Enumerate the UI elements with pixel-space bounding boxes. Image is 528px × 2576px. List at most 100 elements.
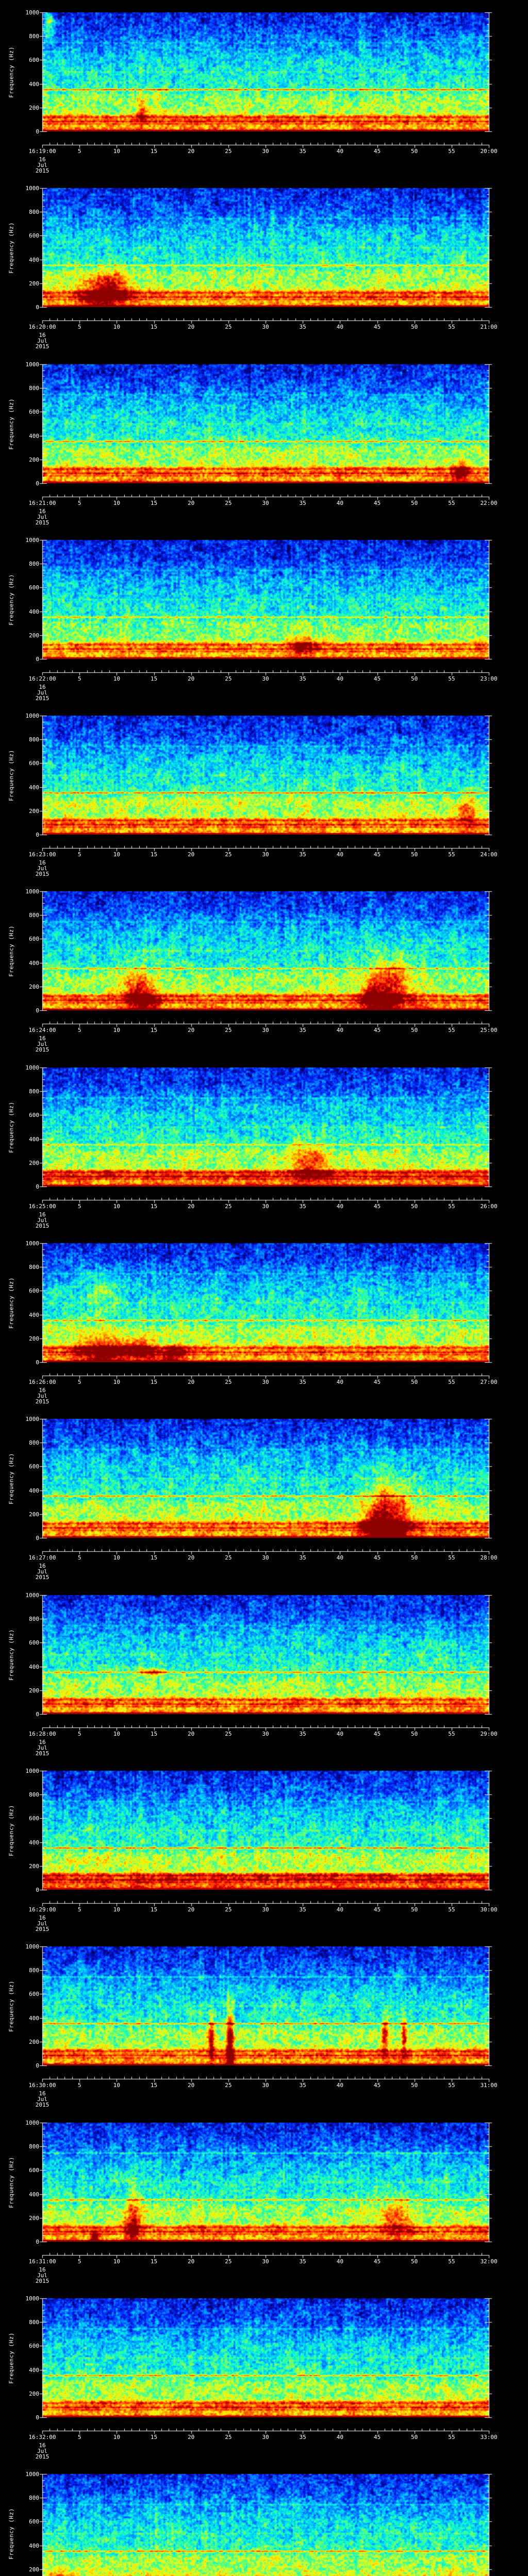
y-tick-label: 1000	[25, 361, 40, 368]
x-tick-label: 25	[225, 324, 232, 330]
y-axis-label: Frequency (Hz)	[8, 2508, 15, 2560]
y-tick-label: 400	[29, 2191, 39, 2198]
x-tick-label: 10	[113, 324, 120, 330]
x-tick-label: 20	[188, 1731, 195, 1737]
y-tick-label: 0	[36, 1183, 39, 1190]
spectrogram-image	[0, 2462, 528, 2576]
x-tick-label: 35	[299, 1906, 306, 1913]
x-tick-label: 30	[262, 1731, 269, 1737]
x-start-time-label: 16:21:00	[28, 500, 56, 506]
y-tick-label: 800	[29, 561, 39, 567]
x-tick-label: 25	[225, 2434, 232, 2441]
y-tick-label: 800	[29, 1967, 39, 1974]
x-tick-label: 50	[411, 1731, 418, 1737]
x-tick-label: 40	[336, 1554, 343, 1561]
y-tick-label: 200	[29, 280, 39, 287]
x-tick-label: 30	[262, 2082, 269, 2089]
y-tick-label: 400	[29, 2015, 39, 2022]
y-tick-label: 1000	[25, 713, 40, 719]
y-tick-label: 400	[29, 2367, 39, 2374]
x-tick-label: 45	[373, 1379, 381, 1385]
y-tick-label: 600	[29, 2518, 39, 2525]
y-tick-label: 800	[29, 2319, 39, 2326]
x-tick-label: 5	[77, 2082, 81, 2089]
x-tick-label: 10	[113, 500, 120, 506]
x-start-time-label: 16:29:00	[28, 1906, 56, 1913]
x-tick-label: 40	[336, 2434, 343, 2441]
x-tick-label: 15	[150, 1379, 158, 1385]
y-tick-label: 400	[29, 784, 39, 791]
x-tick-label: 20	[188, 148, 195, 155]
y-tick-label: 600	[29, 1112, 39, 1118]
x-tick-label: 55	[448, 2434, 455, 2441]
x-tick-label: 20	[188, 1203, 195, 1210]
y-tick-label: 1000	[25, 1416, 40, 1422]
y-tick-label: 0	[36, 480, 39, 487]
y-tick-label: 200	[29, 984, 39, 990]
spectrogram-panel: Frequency (Hz) 0 200 400 600 800 1000 16:30:00…	[0, 1934, 528, 2110]
x-tick-label: 45	[373, 1554, 381, 1561]
spectrogram-panel: Frequency (Hz) 0 200 400 600 800 1000 16:21:00…	[0, 352, 528, 528]
y-tick-label: 800	[29, 1264, 39, 1270]
x-end-time-label: 23:00	[480, 675, 498, 682]
date-line: 2015	[35, 2278, 50, 2284]
y-tick-label: 800	[29, 385, 39, 392]
y-tick-label: 200	[29, 1160, 39, 1166]
x-end-time-label: 25:00	[480, 1027, 498, 1033]
y-tick-label: 400	[29, 960, 39, 967]
date-line: 2015	[35, 1574, 50, 1581]
x-start-time-label: 16:30:00	[28, 2082, 56, 2089]
x-tick-label: 10	[113, 148, 120, 155]
x-tick-label: 20	[188, 1906, 195, 1913]
spectrogram-panel: Frequency (Hz) 0 200 400 600 800 1000 16:28:00…	[0, 1583, 528, 1759]
x-tick-label: 15	[150, 675, 158, 682]
x-tick-label: 40	[336, 2082, 343, 2089]
x-tick-label: 40	[336, 675, 343, 682]
x-tick-label: 5	[77, 148, 81, 155]
x-tick-label: 55	[448, 1203, 455, 1210]
x-tick-label: 30	[262, 2258, 269, 2265]
y-tick-label: 0	[36, 128, 39, 135]
y-tick-label: 0	[36, 304, 39, 311]
y-tick-label: 200	[29, 2391, 39, 2397]
x-tick-label: 50	[411, 1203, 418, 1210]
y-tick-label: 600	[29, 584, 39, 591]
y-tick-label: 1000	[25, 888, 40, 895]
y-tick-label: 800	[29, 1616, 39, 1622]
x-end-time-label: 29:00	[480, 1731, 498, 1737]
x-tick-label: 40	[336, 1203, 343, 1210]
x-tick-label: 5	[77, 1203, 81, 1210]
x-tick-label: 15	[150, 1554, 158, 1561]
x-tick-label: 45	[373, 2434, 381, 2441]
x-tick-label: 25	[225, 1379, 232, 1385]
x-tick-label: 15	[150, 2258, 158, 2265]
x-tick-label: 35	[299, 148, 306, 155]
y-tick-label: 0	[36, 1711, 39, 1718]
x-tick-label: 10	[113, 1554, 120, 1561]
y-tick-label: 0	[36, 2062, 39, 2069]
x-tick-label: 45	[373, 1731, 381, 1737]
x-tick-label: 50	[411, 1027, 418, 1033]
x-tick-label: 5	[77, 500, 81, 506]
y-tick-label: 400	[29, 433, 39, 439]
x-tick-label: 5	[77, 2258, 81, 2265]
x-tick-label: 50	[411, 2434, 418, 2441]
x-tick-label: 5	[77, 1027, 81, 1033]
spectrogram-panel: Frequency (Hz) 0 200 400 600 800 1000 16:27:00…	[0, 1406, 528, 1583]
x-tick-label: 55	[448, 2082, 455, 2089]
x-end-time-label: 22:00	[480, 500, 498, 506]
x-tick-label: 40	[336, 148, 343, 155]
x-end-time-label: 27:00	[480, 1379, 498, 1385]
x-tick-label: 30	[262, 1554, 269, 1561]
y-tick-label: 800	[29, 736, 39, 743]
x-start-time-label: 16:22:00	[28, 675, 56, 682]
x-start-time-label: 16:28:00	[28, 1731, 56, 1737]
y-tick-label: 1000	[25, 537, 40, 544]
x-tick-label: 40	[336, 1027, 343, 1033]
y-tick-label: 400	[29, 1664, 39, 1670]
date-line: 2015	[35, 2453, 50, 2460]
x-tick-label: 10	[113, 2434, 120, 2441]
y-tick-label: 400	[29, 1312, 39, 1318]
y-tick-label: 1000	[25, 2120, 40, 2126]
y-tick-label: 600	[29, 1815, 39, 1822]
